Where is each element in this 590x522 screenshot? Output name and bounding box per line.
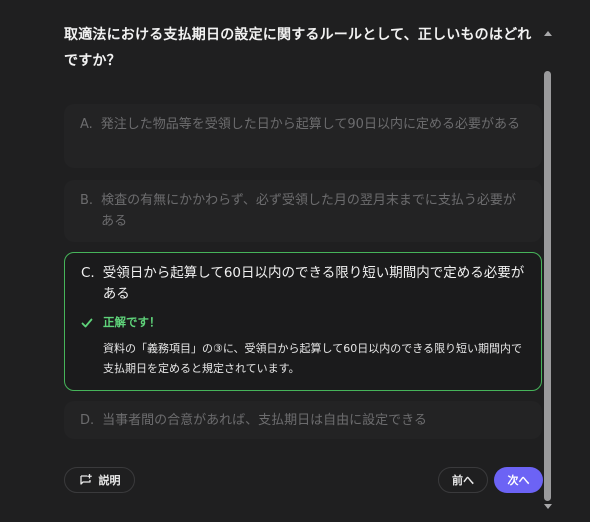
scroll-down-icon[interactable] [544,504,552,509]
option-text: 検査の有無にかかわらず、必ず受領した月の翌月末までに支払う必要がある [101,193,516,229]
option-letter: A. [80,117,93,132]
option-b[interactable]: B. 検査の有無にかかわらず、必ず受領した月の翌月末までに支払う必要がある [64,180,542,242]
option-text: 受領日から起算して60日以内のできる限り短い期間内で定める必要がある [102,265,525,302]
next-button[interactable]: 次へ [494,467,543,493]
feedback-title: 正解です！ [103,315,161,329]
comment-plus-icon [79,474,92,485]
question-text: 取適法における支払期日の設定に関するルールとして、正しいものはどれですか？ [64,27,532,69]
prev-label: 前へ [452,474,474,487]
option-letter: D. [80,412,95,428]
option-c-correct[interactable]: C. 受領日から起算して60日以内のできる限り短い期間内で定める必要がある 正解… [64,252,542,391]
option-a[interactable]: A. 発注した物品等を受領した日から起算して90日以内に定める必要がある [64,104,542,168]
option-d[interactable]: D. 当事者間の合意があれば、支払期日は自由に設定できる [64,401,542,439]
check-icon [81,318,93,327]
explain-label: 説明 [98,474,121,487]
scroll-up-icon[interactable] [544,31,552,36]
option-text: 当事者間の合意があれば、支払期日は自由に設定できる [102,412,427,428]
explain-button[interactable]: 説明 [64,467,135,493]
feedback-body: 資料の「義務項目」の③に、受領日から起算して60日以内のできる限り短い期間内で支… [103,342,522,375]
option-text: 発注した物品等を受領した日から起算して90日以内に定める必要がある [100,117,520,132]
feedback-header: 正解です！ [81,312,525,333]
option-letter: B. [80,193,94,208]
option-letter: C. [81,265,95,281]
prev-button[interactable]: 前へ [438,467,488,493]
scrollbar-thumb[interactable] [544,71,551,501]
next-label: 次へ [507,474,530,487]
